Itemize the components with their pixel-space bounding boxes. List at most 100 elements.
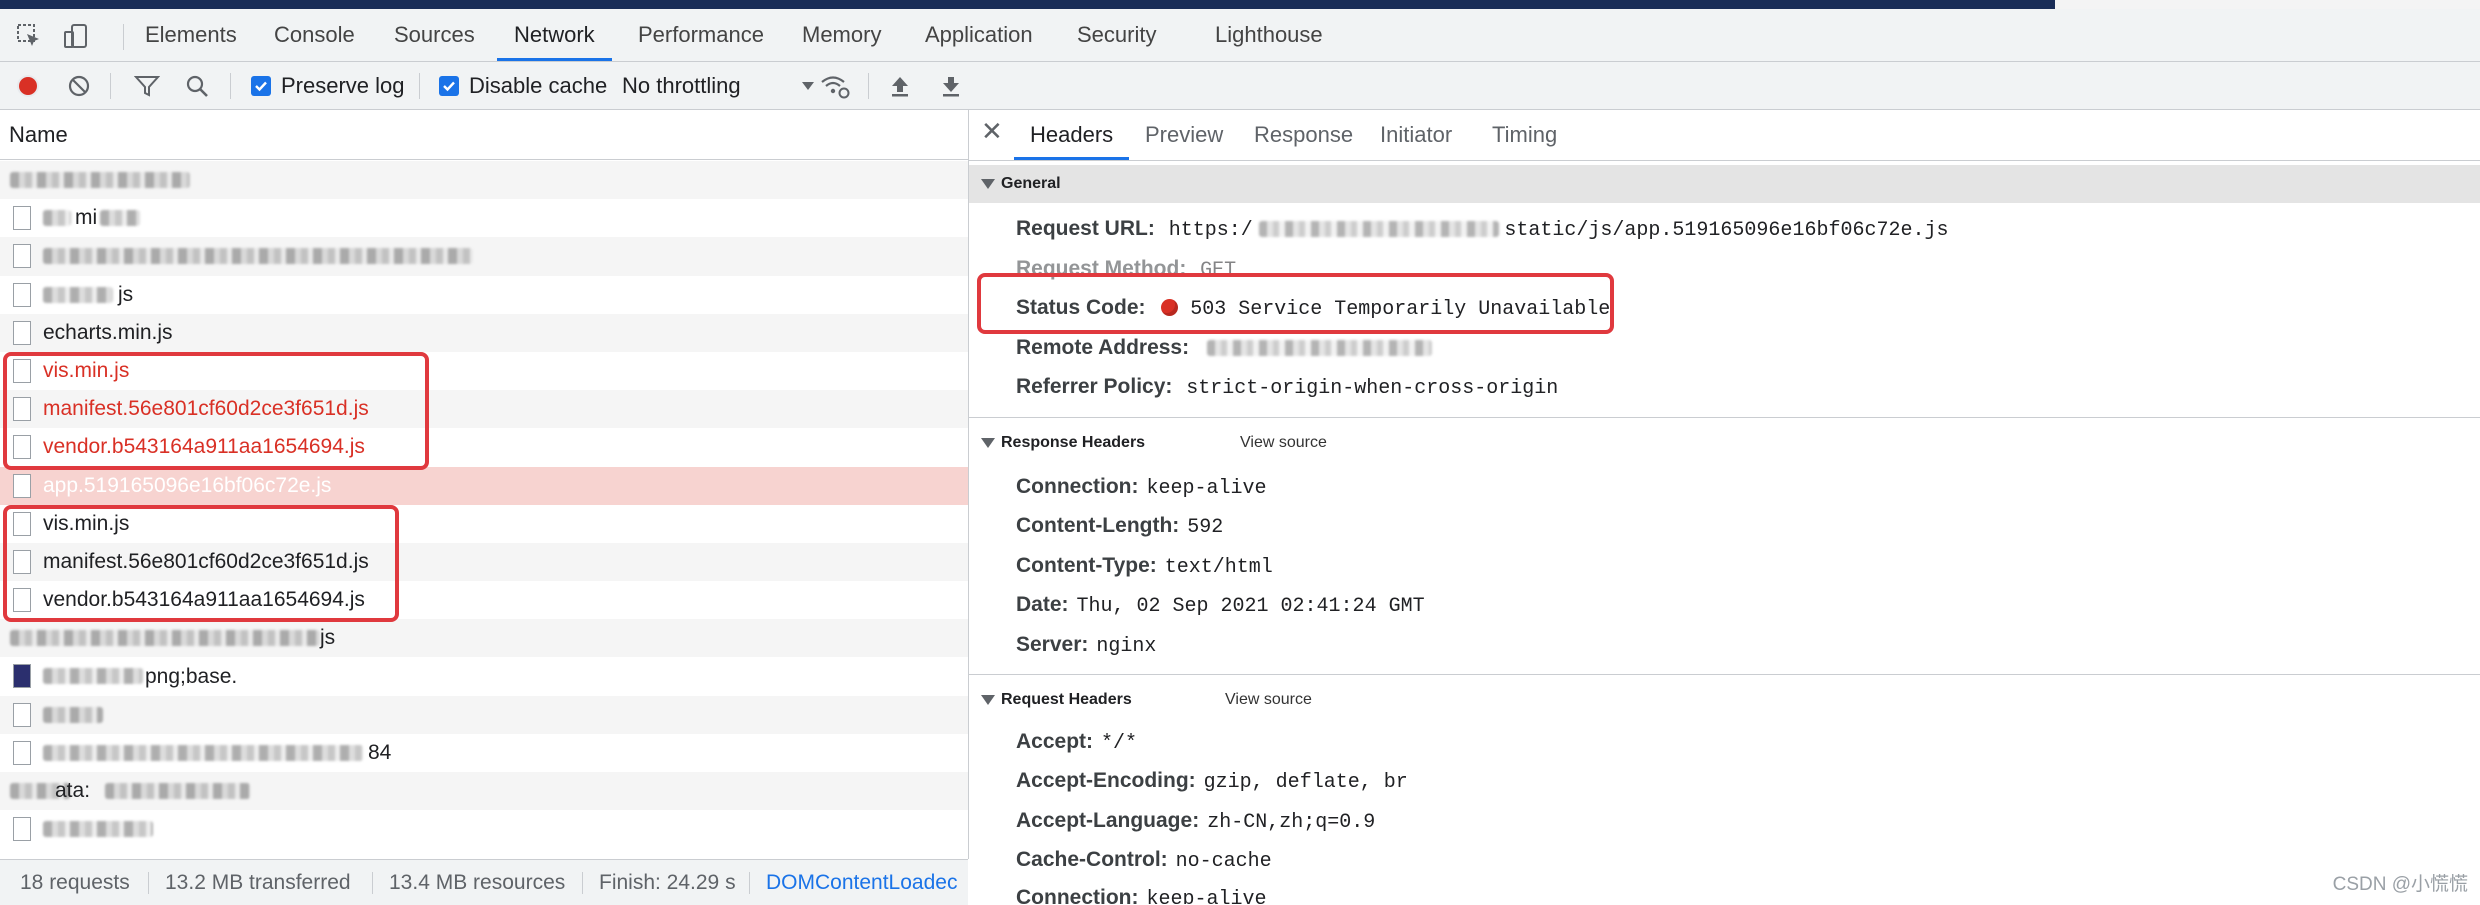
device-toolbar-icon[interactable] <box>62 22 90 50</box>
request-row[interactable] <box>0 695 968 734</box>
header-key: Status Code: <box>1016 296 1146 319</box>
header-key: Accept-Encoding: <box>1016 769 1196 792</box>
request-name: manifest.56e801cf60d2ce3f651d.js <box>43 549 369 573</box>
tab-sources[interactable]: Sources <box>394 9 475 61</box>
request-row-error[interactable]: manifest.56e801cf60d2ce3f651d.js <box>0 390 968 429</box>
request-row[interactable]: manifest.56e801cf60d2ce3f651d.js <box>0 542 968 582</box>
section-title: General <box>1001 175 1061 192</box>
response-headers-section-header[interactable]: Response Headers View source <box>969 424 2480 462</box>
inspect-element-icon[interactable] <box>15 22 43 50</box>
tab-preview[interactable]: Preview <box>1145 110 1223 160</box>
request-row-error[interactable]: vendor.b543164a911aa1654694.js <box>0 428 968 467</box>
request-detail-pane: ✕ Headers Preview Response Initiator Tim… <box>969 110 2480 904</box>
file-icon <box>13 549 31 574</box>
close-icon[interactable]: ✕ <box>981 116 1003 147</box>
request-header-row: Cache-Control: no-cache <box>1016 848 1272 873</box>
record-button[interactable] <box>16 62 40 109</box>
header-key: Request URL: <box>1016 217 1155 240</box>
redacted-text <box>1258 221 1499 238</box>
tab-initiator[interactable]: Initiator <box>1380 110 1452 160</box>
expand-triangle-icon <box>981 438 995 448</box>
tab-network[interactable]: Network <box>497 9 612 61</box>
header-key: Connection: <box>1016 475 1139 498</box>
search-button[interactable] <box>185 62 209 109</box>
request-headers-section-header[interactable]: Request Headers View source <box>969 681 2480 719</box>
header-key: Server: <box>1016 633 1089 656</box>
request-row[interactable] <box>0 810 968 849</box>
request-header-row: Connection: keep-alive <box>1016 886 1267 904</box>
request-row-selected[interactable]: app.519165096e16bf06c72e.js <box>0 466 968 505</box>
request-name: 84 <box>368 740 392 764</box>
header-key: Date: <box>1016 593 1069 616</box>
request-row[interactable]: ata: <box>0 772 968 811</box>
resources-size: 13.4 MB resources <box>389 871 566 894</box>
file-icon <box>13 473 31 498</box>
redacted-text <box>1206 340 1432 357</box>
domcontentloaded-time: DOMContentLoadec <box>766 871 958 894</box>
request-name: mi <box>75 206 98 230</box>
section-divider <box>969 674 2480 675</box>
request-row[interactable]: mi <box>0 199 968 238</box>
top-banner-strip-right <box>2055 0 2480 9</box>
request-row[interactable] <box>0 161 968 200</box>
view-source-link[interactable]: View source <box>1240 434 1327 452</box>
finish-time: Finish: 24.29 s <box>599 871 736 894</box>
filter-button[interactable] <box>134 62 160 109</box>
header-key: Accept-Language: <box>1016 809 1200 832</box>
header-key: Remote Address: <box>1016 336 1190 359</box>
name-column-header[interactable]: Name <box>0 110 968 160</box>
redacted-text <box>43 668 143 685</box>
expand-triangle-icon <box>981 179 995 189</box>
disable-cache-checkbox[interactable]: Disable cache <box>439 62 607 109</box>
response-header-row: Connection: keep-alive <box>1016 475 1267 500</box>
transferred-size: 13.2 MB transferred <box>165 871 351 894</box>
tab-elements[interactable]: Elements <box>145 9 237 61</box>
network-toolbar: Preserve log Disable cache No throttling <box>0 62 2480 110</box>
request-name: vis.min.js <box>43 359 130 383</box>
request-header-row: Accept: */* <box>1016 730 1137 755</box>
tab-headers[interactable]: Headers <box>1014 110 1130 160</box>
tab-lighthouse[interactable]: Lighthouse <box>1215 9 1323 61</box>
request-row[interactable]: js <box>0 619 968 658</box>
expand-triangle-icon <box>981 695 995 705</box>
request-row[interactable]: js <box>0 275 968 314</box>
header-value: keep-alive <box>1146 477 1267 500</box>
tab-timing[interactable]: Timing <box>1492 110 1557 160</box>
clear-button[interactable] <box>67 62 91 109</box>
preserve-log-label: Preserve log <box>281 72 405 98</box>
tab-application[interactable]: Application <box>925 9 1033 61</box>
import-har-button[interactable] <box>888 62 912 109</box>
header-key: Content-Type: <box>1016 554 1157 577</box>
general-section-header[interactable]: General <box>969 165 2480 203</box>
request-row-error[interactable]: vis.min.js <box>0 351 968 391</box>
tab-security[interactable]: Security <box>1077 9 1156 61</box>
checkbox-checked-icon <box>251 75 271 96</box>
request-row[interactable]: 84 <box>0 733 968 772</box>
tab-console[interactable]: Console <box>274 9 355 61</box>
export-har-button[interactable] <box>939 62 963 109</box>
throttling-select[interactable]: No throttling <box>622 62 815 109</box>
file-icon <box>13 397 31 422</box>
chevron-down-icon <box>801 81 814 90</box>
preserve-log-checkbox[interactable]: Preserve log <box>251 62 405 109</box>
request-row[interactable]: vendor.b543164a911aa1654694.js <box>0 581 968 620</box>
tab-memory[interactable]: Memory <box>802 9 881 61</box>
redacted-text <box>100 210 140 227</box>
tab-performance[interactable]: Performance <box>638 9 764 61</box>
request-name: echarts.min.js <box>43 320 173 344</box>
request-row[interactable]: png;base. <box>0 657 968 696</box>
redacted-text <box>43 706 103 723</box>
remote-address-row: Remote Address: <box>1016 336 1432 360</box>
request-name: js <box>118 282 134 306</box>
request-row[interactable]: vis.min.js <box>0 504 968 543</box>
request-row[interactable]: echarts.min.js <box>0 313 968 352</box>
tab-response[interactable]: Response <box>1254 110 1353 160</box>
request-method-row: Request Method: GET <box>1016 257 1236 282</box>
top-banner-strip <box>0 0 2055 9</box>
network-conditions-button[interactable] <box>820 62 850 109</box>
header-value: gzip, deflate, br <box>1203 771 1408 794</box>
request-row[interactable] <box>0 237 968 276</box>
view-source-link[interactable]: View source <box>1225 691 1312 709</box>
file-icon <box>13 358 31 383</box>
status-divider <box>372 872 373 894</box>
